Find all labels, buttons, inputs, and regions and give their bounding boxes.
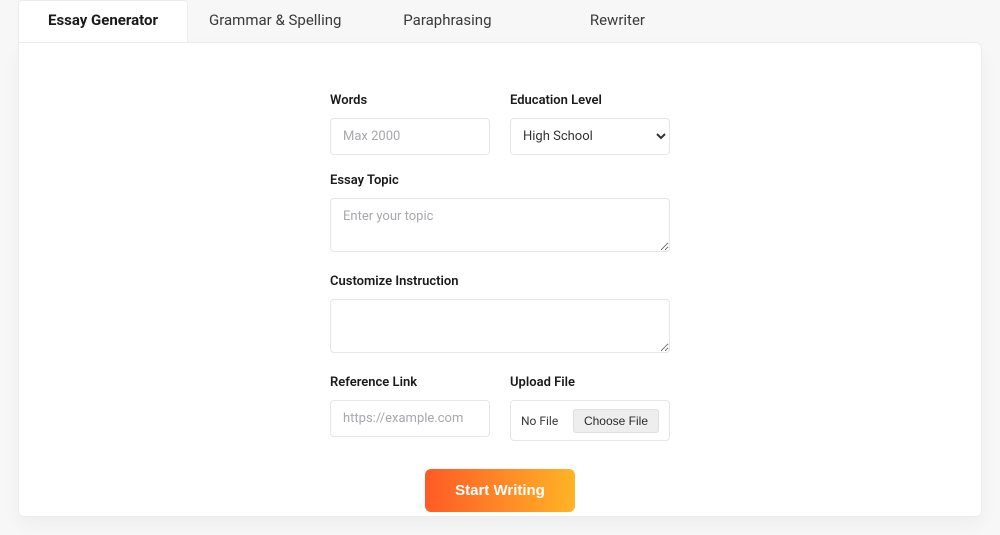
tab-paraphrasing[interactable]: Paraphrasing [362,0,532,42]
education-level-label: Education Level [510,93,670,108]
no-file-text: No File [521,414,558,428]
tab-rewriter[interactable]: Rewriter [532,0,702,42]
education-level-select[interactable]: High School [510,118,670,155]
start-writing-button[interactable]: Start Writing [425,469,575,512]
upload-file-box: No File Choose File [510,400,670,441]
essay-topic-input[interactable] [330,198,670,252]
upload-file-label: Upload File [510,375,670,390]
tab-bar: Essay Generator Grammar & Spelling Parap… [0,0,1000,42]
customize-instruction-label: Customize Instruction [330,274,670,289]
choose-file-button[interactable]: Choose File [573,409,659,433]
words-input[interactable] [330,118,490,155]
tab-grammar-spelling[interactable]: Grammar & Spelling [188,0,362,42]
essay-topic-label: Essay Topic [330,173,670,188]
reference-link-input[interactable] [330,400,490,437]
customize-instruction-input[interactable] [330,299,670,353]
form-panel: Words Education Level High School Essay … [18,42,982,517]
words-label: Words [330,93,490,108]
reference-link-label: Reference Link [330,375,490,390]
tab-essay-generator[interactable]: Essay Generator [18,0,188,42]
